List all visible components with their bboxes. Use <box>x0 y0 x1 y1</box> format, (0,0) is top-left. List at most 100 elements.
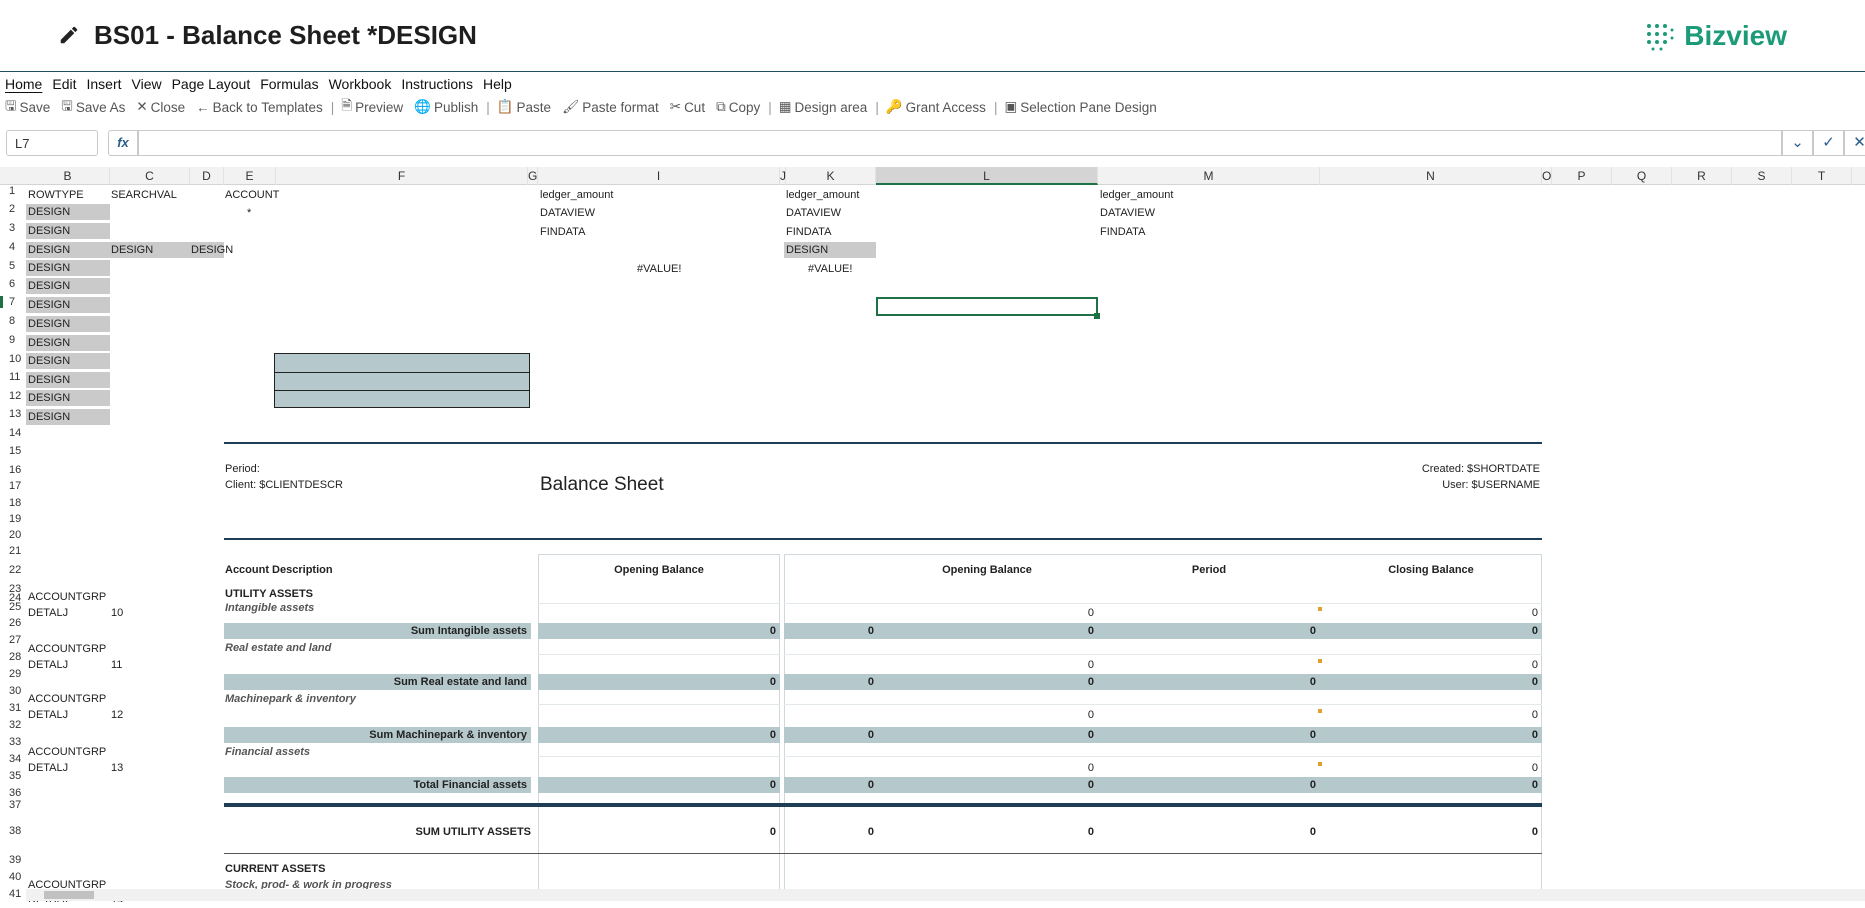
menu-page-layout[interactable]: Page Layout <box>167 76 256 94</box>
cell[interactable]: #VALUE! <box>808 261 852 277</box>
sum-label[interactable]: Total Financial assets <box>224 777 527 793</box>
menu-instructions[interactable]: Instructions <box>396 76 478 94</box>
cancel-x-icon[interactable]: ✕ <box>1844 130 1865 156</box>
cell[interactable]: 0 <box>786 727 874 743</box>
cell[interactable]: 0 <box>876 727 1094 743</box>
cell[interactable]: 0 <box>1320 674 1538 690</box>
cell[interactable]: 0 <box>1098 727 1316 743</box>
menu-insert[interactable]: Insert <box>81 76 126 94</box>
cell[interactable]: DATAVIEW <box>1100 205 1155 221</box>
client-label[interactable]: Client: $CLIENTDESCR <box>225 477 343 493</box>
cell[interactable]: DETALJ <box>28 707 68 723</box>
cell[interactable]: ledger_amount <box>1100 187 1173 203</box>
cell[interactable]: SEARCHVAL <box>111 187 177 203</box>
cell-design[interactable]: DESIGN <box>26 242 110 258</box>
spreadsheet[interactable]: B C D E F G I J K L M N O P Q R S T U 12… <box>0 167 1865 902</box>
cell[interactable]: 0 <box>1098 777 1316 793</box>
horizontal-scroll-thumb[interactable] <box>44 891 94 899</box>
cell[interactable]: 0 <box>786 674 874 690</box>
cell-design[interactable]: DESIGN <box>26 204 110 220</box>
publish-button[interactable]: 🌐 Publish <box>409 99 484 115</box>
cell[interactable]: * <box>247 205 251 221</box>
col-period[interactable]: Period <box>1098 562 1320 578</box>
cell[interactable]: DETALJ <box>28 760 68 776</box>
cell[interactable]: ACCOUNT <box>225 187 279 203</box>
cell[interactable]: 0 <box>538 824 776 840</box>
save-as-button[interactable]: 🖫 Save As <box>56 96 131 119</box>
selection-pane-button[interactable]: ▣ Selection Pane Design <box>999 99 1162 115</box>
col-account-description[interactable]: Account Description <box>225 562 333 578</box>
cell[interactable]: ACCOUNTGRP <box>28 641 106 657</box>
menu-help[interactable]: Help <box>478 76 517 94</box>
menu-view[interactable]: View <box>127 76 167 94</box>
col-opening-balance-2[interactable]: Opening Balance <box>876 562 1098 578</box>
cell[interactable]: ledger_amount <box>540 187 613 203</box>
sum-utility-assets[interactable]: SUM UTILITY ASSETS <box>224 824 531 840</box>
preview-button[interactable]: 🗎 Preview <box>336 96 409 119</box>
selected-cell-l7[interactable] <box>876 297 1098 316</box>
cell[interactable]: 0 <box>1320 623 1538 639</box>
cell[interactable]: 0 <box>876 674 1094 690</box>
cell[interactable]: 0 <box>876 707 1094 723</box>
cell-grid[interactable]: ROWTYPE SEARCHVAL ACCOUNT ledger_amount … <box>0 167 1865 902</box>
sum-label[interactable]: Sum Real estate and land <box>224 674 527 690</box>
col-closing-balance[interactable]: Closing Balance <box>1320 562 1542 578</box>
cell[interactable]: 0 <box>786 777 874 793</box>
save-button[interactable]: 🖫 Save <box>0 96 56 119</box>
cell[interactable]: 0 <box>1320 824 1538 840</box>
cell[interactable]: 0 <box>1320 657 1538 673</box>
cell[interactable]: 0 <box>1320 707 1538 723</box>
cell[interactable]: 0 <box>1098 824 1316 840</box>
cell-design[interactable]: DESIGN <box>26 353 110 369</box>
cut-button[interactable]: ✂ Cut <box>665 99 711 115</box>
cell[interactable]: 0 <box>1098 623 1316 639</box>
cell-design[interactable]: DESIGN <box>26 390 110 406</box>
close-button[interactable]: ✕ Close <box>131 99 191 115</box>
cell[interactable]: ROWTYPE <box>28 187 84 203</box>
cell[interactable]: 0 <box>786 623 874 639</box>
cell[interactable]: 0 <box>538 674 776 690</box>
cell[interactable]: 0 <box>876 623 1094 639</box>
cell[interactable]: DESIGN <box>191 242 233 258</box>
formula-input[interactable] <box>138 130 1782 156</box>
cell[interactable]: 0 <box>1320 760 1538 776</box>
cell-design[interactable]: DESIGN <box>26 372 110 388</box>
grant-access-button[interactable]: 🔑 Grant Access <box>881 99 992 115</box>
section-heading[interactable]: Machinepark & inventory <box>225 691 356 707</box>
cell[interactable]: 0 <box>876 824 1094 840</box>
horizontal-scrollbar[interactable] <box>26 889 1865 901</box>
cell[interactable]: 0 <box>786 824 874 840</box>
cell[interactable]: FINDATA <box>540 224 585 240</box>
cell[interactable]: 0 <box>876 760 1094 776</box>
cell[interactable]: DESIGN <box>784 242 876 258</box>
menu-workbook[interactable]: Workbook <box>324 76 397 94</box>
col-opening-balance-1[interactable]: Opening Balance <box>538 562 780 578</box>
menu-home[interactable]: Home <box>0 76 47 94</box>
cell[interactable]: DATAVIEW <box>786 205 841 221</box>
cell[interactable]: 11 <box>111 657 122 673</box>
cell[interactable]: 0 <box>538 623 776 639</box>
cell-design[interactable]: DESIGN <box>26 297 110 313</box>
function-icon[interactable]: fx <box>108 130 138 156</box>
sum-label[interactable]: Sum Machinepark & inventory <box>224 727 527 743</box>
cell[interactable]: ACCOUNTGRP <box>28 744 106 760</box>
cell[interactable]: 0 <box>876 777 1094 793</box>
current-assets-heading[interactable]: CURRENT ASSETS <box>225 861 325 877</box>
cell[interactable]: ACCOUNTGRP <box>28 589 106 605</box>
confirm-check-icon[interactable]: ✓ <box>1813 130 1844 156</box>
copy-button[interactable]: ⧉ Copy <box>711 99 766 115</box>
paste-format-button[interactable]: 🖌 Paste format <box>557 99 665 115</box>
back-to-templates-button[interactable]: ← Back to Templates <box>191 100 329 115</box>
cell[interactable]: FINDATA <box>1100 224 1145 240</box>
cell[interactable]: DETALJ <box>28 657 68 673</box>
cell[interactable]: FINDATA <box>786 224 831 240</box>
cell-design[interactable]: DESIGN <box>26 316 110 332</box>
user-label[interactable]: User: $USERNAME <box>1320 477 1540 493</box>
cell[interactable]: DATAVIEW <box>540 205 595 221</box>
cell[interactable]: ACCOUNTGRP <box>28 691 106 707</box>
cell-design[interactable]: DESIGN <box>26 335 110 351</box>
cell-design[interactable]: DESIGN <box>26 223 110 239</box>
cell-reference-box[interactable]: L7 <box>6 130 98 156</box>
menu-edit[interactable]: Edit <box>47 76 81 94</box>
chevron-down-icon[interactable]: ⌄ <box>1782 130 1813 156</box>
